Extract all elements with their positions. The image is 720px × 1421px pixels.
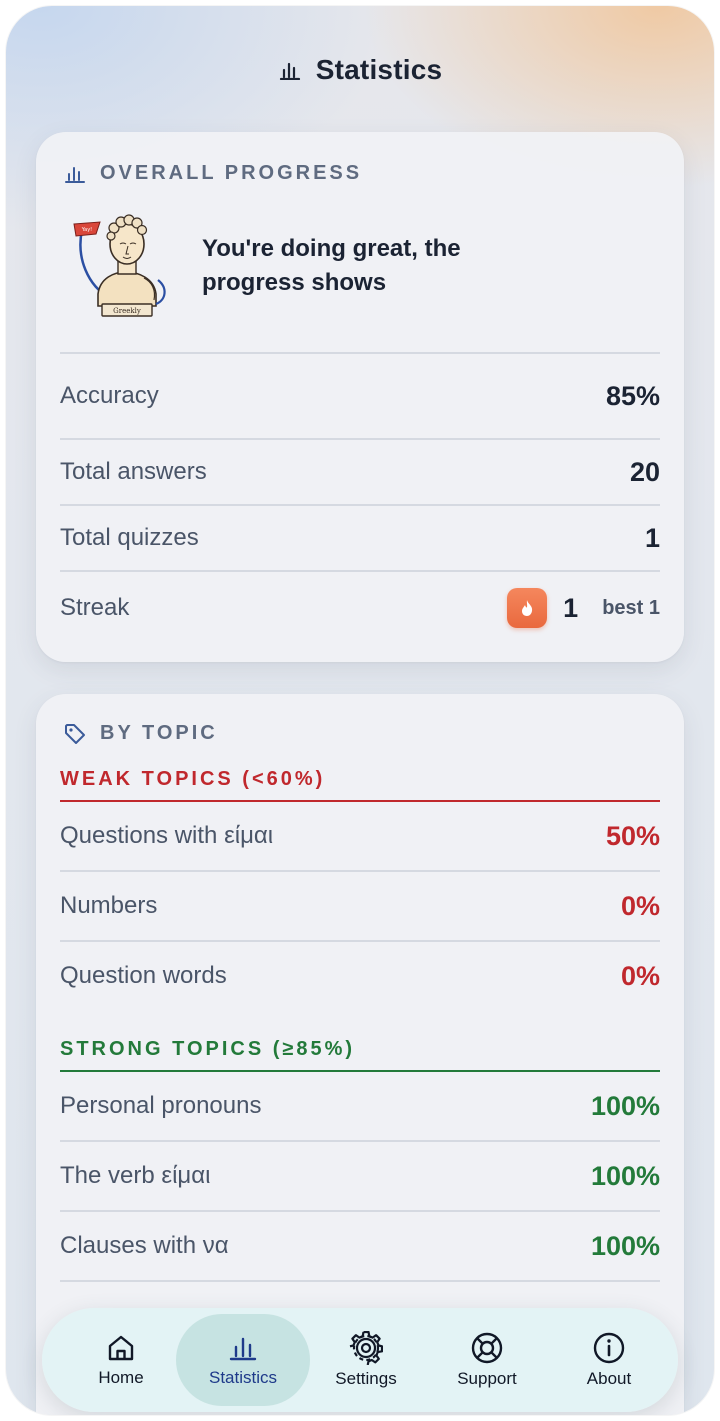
- stat-row-accuracy: Accuracy 85%: [60, 354, 660, 438]
- topic-name: The verb είμαι: [60, 1162, 211, 1189]
- page-title: Statistics: [315, 54, 443, 85]
- stat-label: Total answers: [60, 458, 207, 485]
- bottom-tab-bar: Home Statistics Settings Support About: [42, 1308, 678, 1412]
- topic-score: 100%: [590, 1230, 660, 1261]
- topic-row[interactable]: Question words 0%: [60, 942, 660, 1010]
- tab-about[interactable]: About: [542, 1314, 676, 1406]
- overall-progress-card: OVERALL PROGRESS Yay! Greekly You're doi…: [36, 132, 684, 662]
- bar-chart-icon: [278, 60, 302, 80]
- lifebuoy-icon: [470, 1331, 504, 1365]
- by-topic-card: BY TOPIC WEAK TOPICS (<60%) Questions wi…: [36, 694, 684, 1415]
- app-screen: Statistics OVERALL PROGRESS Yay! Greekly…: [6, 6, 714, 1415]
- stat-value: 20: [629, 456, 660, 487]
- topic-score: 0%: [620, 960, 660, 991]
- stat-label: Total quizzes: [60, 524, 199, 551]
- tab-statistics[interactable]: Statistics: [176, 1314, 310, 1406]
- streak-info: 1 best 1: [507, 588, 660, 628]
- topic-score: 100%: [590, 1090, 660, 1121]
- gear-icon: [349, 1331, 383, 1365]
- tab-home[interactable]: Home: [54, 1314, 188, 1406]
- topic-score: 100%: [590, 1160, 660, 1191]
- topic-row[interactable]: Numbers 0%: [60, 872, 660, 940]
- tab-label: Statistics: [208, 1368, 278, 1387]
- tab-settings[interactable]: Settings: [299, 1314, 433, 1406]
- topic-row[interactable]: Questions with είμαι 50%: [60, 802, 660, 870]
- topic-name: Clauses with να: [60, 1232, 229, 1259]
- stat-row-streak: Streak 1 best 1: [60, 572, 660, 644]
- tab-label: Support: [457, 1369, 517, 1388]
- mascot-bust-illustration: Yay! Greekly: [70, 208, 170, 320]
- stat-row-total-answers: Total answers 20: [60, 440, 660, 504]
- divider: [60, 1280, 660, 1282]
- home-icon: [105, 1332, 137, 1364]
- topic-score: 0%: [620, 890, 660, 921]
- stat-label: Accuracy: [60, 382, 159, 409]
- tab-label: About: [586, 1369, 632, 1388]
- overall-progress-label: OVERALL PROGRESS: [100, 162, 363, 184]
- topic-name: Question words: [60, 962, 227, 989]
- tag-icon: [64, 723, 86, 745]
- by-topic-header: BY TOPIC: [64, 722, 218, 745]
- stat-label: Streak: [60, 594, 130, 621]
- tab-label: Home: [98, 1368, 144, 1387]
- tab-support[interactable]: Support: [420, 1314, 554, 1406]
- bar-chart-icon: [64, 165, 86, 183]
- overall-progress-header: OVERALL PROGRESS: [64, 162, 362, 185]
- streak-best: best 1: [602, 596, 660, 619]
- topic-name: Personal pronouns: [60, 1092, 262, 1119]
- topic-name: Questions with είμαι: [60, 822, 274, 849]
- stat-value: 85%: [605, 380, 660, 411]
- flame-icon: [507, 588, 548, 628]
- stat-row-total-quizzes: Total quizzes 1: [60, 506, 660, 570]
- streak-value: 1: [563, 592, 579, 623]
- mascot-base-text: Greekly: [113, 307, 141, 315]
- topic-score: 50%: [605, 820, 660, 851]
- encouragement-message: You're doing great, the progress shows: [202, 235, 461, 296]
- strong-topics-heading: STRONG TOPICS (≥85%): [60, 1038, 356, 1060]
- bar-chart-icon: [227, 1332, 259, 1364]
- tab-label: Settings: [335, 1369, 397, 1388]
- topic-row[interactable]: Clauses with να 100%: [60, 1212, 660, 1280]
- topic-name: Numbers: [60, 892, 158, 919]
- topic-row[interactable]: Personal pronouns 100%: [60, 1072, 660, 1140]
- flag-text: Yay!: [81, 227, 92, 233]
- topic-row[interactable]: The verb είμαι 100%: [60, 1142, 660, 1210]
- page-header: Statistics: [6, 42, 714, 98]
- weak-topics-heading: WEAK TOPICS (<60%): [60, 768, 326, 790]
- by-topic-label: BY TOPIC: [100, 722, 218, 744]
- info-icon: [592, 1331, 626, 1365]
- stat-value: 1: [644, 522, 660, 553]
